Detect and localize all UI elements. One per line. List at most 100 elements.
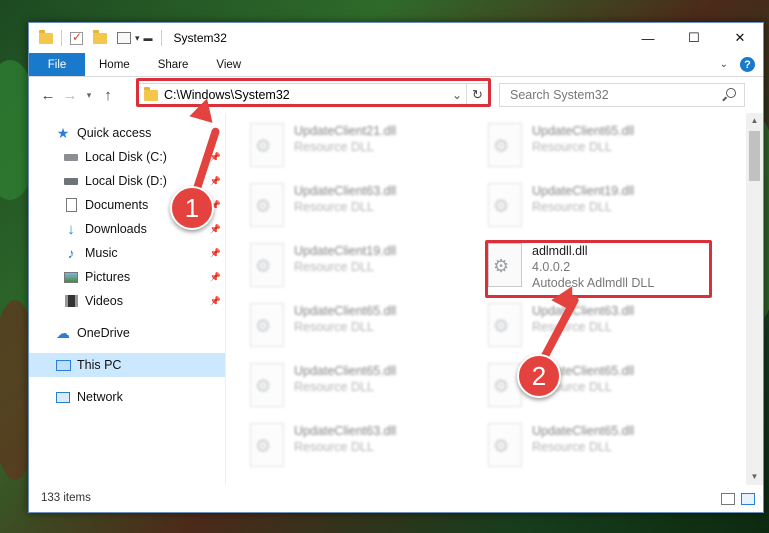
sidebar-item-local-disk-c[interactable]: Local Disk (C:) 📌	[29, 145, 225, 169]
pin-icon[interactable]: 📌	[210, 272, 221, 283]
pictures-icon	[63, 270, 79, 284]
tiles-view-icon[interactable]	[741, 493, 755, 505]
ribbon-tabs: File Home Share View ⌄ ?	[29, 53, 763, 77]
new-folder-icon[interactable]	[93, 29, 107, 44]
sidebar-item-label: This PC	[77, 358, 122, 372]
search-box[interactable]: Search System32	[499, 83, 745, 107]
tab-file[interactable]: File	[29, 53, 85, 76]
close-button[interactable]: ✕	[717, 23, 763, 53]
dll-file-icon	[488, 123, 522, 167]
file-name: UpdateClient19.dll	[294, 244, 397, 258]
dll-file-icon	[488, 183, 522, 227]
minimize-button[interactable]: —	[625, 23, 671, 53]
sidebar-item-label: Documents	[85, 198, 149, 212]
file-description: Resource DLL	[294, 440, 374, 454]
file-description: Resource DLL	[294, 260, 374, 274]
file-list: UpdateClient21.dll Resource DLL UpdateCli…	[225, 113, 763, 485]
file-description: Resource DLL	[294, 320, 374, 334]
sidebar-item-videos[interactable]: Videos 📌	[29, 289, 225, 313]
vertical-scrollbar[interactable]: ▲ ▼	[746, 113, 763, 485]
toolbar-divider	[160, 30, 162, 46]
file-description: Resource DLL	[532, 440, 612, 454]
file-description: Resource DLL	[532, 200, 612, 214]
sidebar-item-label: Music	[85, 246, 118, 260]
pin-icon[interactable]: 📌	[210, 176, 221, 187]
quick-access-toolbar: ▾ ▬	[29, 29, 166, 46]
pin-icon[interactable]: 📌	[210, 224, 221, 235]
item-count: 133 items	[41, 492, 91, 504]
sidebar-item-network[interactable]: Network	[29, 385, 225, 409]
sidebar-item-label: Videos	[85, 294, 123, 308]
file-tile[interactable]: UpdateClient63.dll Resource DLL	[488, 297, 718, 353]
sidebar-item-quick-access[interactable]: ★ Quick access	[29, 121, 225, 145]
properties-check-icon[interactable]	[70, 30, 83, 45]
customize-icon[interactable]	[117, 32, 131, 44]
sidebar-item-label: Quick access	[77, 126, 152, 140]
folder-icon	[39, 29, 53, 44]
navigation-pane: ★ Quick access Local Disk (C:) 📌 Local D…	[29, 113, 225, 485]
pin-icon[interactable]: 📌	[210, 248, 221, 259]
chevron-down-icon[interactable]: ▾	[135, 33, 140, 44]
download-icon: ↓	[67, 220, 75, 238]
sidebar-item-label: Local Disk (D:)	[85, 174, 167, 188]
dll-file-icon	[250, 183, 284, 227]
scroll-down-icon[interactable]: ▼	[746, 469, 763, 485]
tab-view[interactable]: View	[202, 53, 255, 76]
window-title: System32	[173, 31, 227, 45]
toolbar-divider	[61, 30, 62, 46]
dll-file-icon	[488, 423, 522, 467]
file-name: UpdateClient19.dll	[532, 184, 635, 198]
up-arrow-icon[interactable]: ↑	[97, 87, 119, 104]
details-view-icon[interactable]	[721, 493, 735, 505]
file-tile[interactable]: UpdateClient63.dll Resource DLL	[250, 177, 480, 233]
search-icon[interactable]	[726, 88, 736, 98]
search-input[interactable]: Search System32	[510, 88, 609, 102]
dll-file-icon	[488, 303, 522, 347]
file-description: Resource DLL	[294, 200, 374, 214]
sidebar-item-this-pc[interactable]: This PC	[29, 353, 225, 377]
file-tile[interactable]: UpdateClient19.dll Resource DLL	[488, 177, 718, 233]
file-tile[interactable]: UpdateClient19.dll Resource DLL	[250, 237, 480, 293]
drive-icon	[63, 174, 79, 188]
file-tile[interactable]: UpdateClient65.dll Resource DLL	[250, 357, 480, 413]
file-name: UpdateClient65.dll	[532, 424, 635, 438]
expand-ribbon-icon[interactable]: ⌄	[720, 59, 728, 70]
dll-file-icon	[250, 423, 284, 467]
forward-arrow-icon[interactable]: →	[59, 87, 81, 104]
scrollbar-thumb[interactable]	[749, 131, 760, 181]
sidebar-item-pictures[interactable]: Pictures 📌	[29, 265, 225, 289]
window-controls: — ☐ ✕	[625, 23, 763, 53]
file-name: UpdateClient63.dll	[532, 304, 635, 318]
tab-share[interactable]: Share	[144, 53, 203, 76]
file-tile[interactable]: UpdateClient65.dll Resource DLL	[488, 417, 718, 473]
file-tile[interactable]: UpdateClient65.dll Resource DLL	[250, 297, 480, 353]
file-tile[interactable]: UpdateClient21.dll Resource DLL	[250, 117, 480, 173]
sidebar-item-music[interactable]: ♪ Music 📌	[29, 241, 225, 265]
music-icon: ♪	[67, 245, 75, 261]
ribbon-right: ⌄ ?	[720, 57, 755, 72]
file-description: Resource DLL	[294, 380, 374, 394]
back-arrow-icon[interactable]: ←	[37, 87, 59, 104]
scroll-up-icon[interactable]: ▲	[746, 113, 763, 129]
tab-home[interactable]: Home	[85, 53, 144, 76]
sidebar-item-label: Pictures	[85, 270, 131, 284]
file-description: Resource DLL	[294, 140, 374, 154]
sidebar-item-label: OneDrive	[77, 326, 130, 340]
file-tile[interactable]: UpdateClient63.dll Resource DLL	[250, 417, 480, 473]
explorer-window: ▾ ▬ System32 — ☐ ✕ File Home Share View …	[28, 22, 764, 513]
star-icon: ★	[56, 124, 70, 141]
cloud-icon: ☁	[56, 324, 70, 341]
maximize-button[interactable]: ☐	[671, 23, 717, 53]
help-icon[interactable]: ?	[740, 57, 755, 72]
recent-locations-chevron-icon[interactable]: ▾	[81, 90, 97, 101]
pin-icon[interactable]: 📌	[210, 296, 221, 307]
explorer-body: ★ Quick access Local Disk (C:) 📌 Local D…	[29, 113, 763, 485]
sidebar-item-label: Local Disk (C:)	[85, 150, 167, 164]
file-tile[interactable]: UpdateClient65.dll Resource DLL	[488, 117, 718, 173]
qa-menu-icon[interactable]: ▬	[144, 33, 153, 43]
sidebar-item-onedrive[interactable]: ☁ OneDrive	[29, 321, 225, 345]
videos-icon	[63, 294, 79, 308]
file-name: UpdateClient63.dll	[294, 184, 397, 198]
title-bar: ▾ ▬ System32 — ☐ ✕	[29, 23, 763, 53]
